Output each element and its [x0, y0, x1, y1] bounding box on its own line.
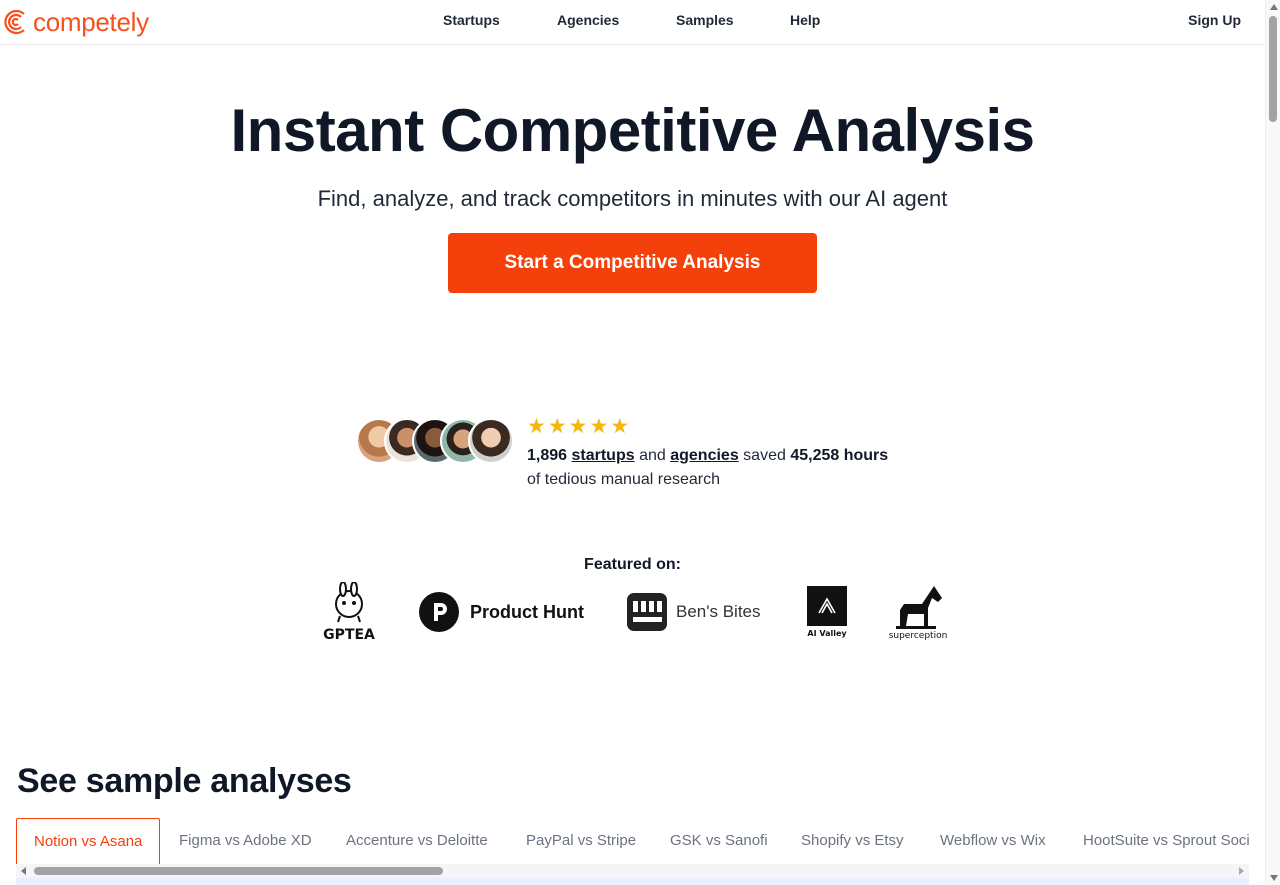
tab-accenture-vs-deloitte[interactable]: Accenture vs Deloitte	[346, 818, 488, 864]
user-count: 1,896	[527, 447, 568, 464]
star-icon: ★	[527, 415, 546, 438]
sample-tabs: Notion vs Asana Figma vs Adobe XD Accent…	[16, 818, 1249, 864]
ai-valley-icon: AI Valley	[807, 586, 847, 638]
nav-help[interactable]: Help	[790, 12, 820, 28]
horizontal-scrollbar-thumb[interactable]	[34, 867, 443, 875]
star-icon: ★	[610, 415, 630, 438]
sample-panel	[16, 878, 1249, 885]
superception-wordmark: superception	[889, 631, 948, 640]
bens-bites-icon	[627, 593, 667, 631]
agencies-link[interactable]: agencies	[670, 447, 738, 464]
product-hunt-wordmark: Product Hunt	[470, 601, 584, 622]
tab-webflow-vs-wix[interactable]: Webflow vs Wix	[940, 818, 1046, 864]
vertical-scrollbar[interactable]	[1265, 0, 1280, 885]
ai-valley-logo[interactable]: AI Valley	[807, 586, 847, 638]
social-proof-text: 1,896 startups and agencies saved 45,258…	[527, 444, 947, 492]
product-hunt-logo[interactable]: Product Hunt	[419, 592, 584, 632]
signup-link[interactable]: Sign Up	[1188, 12, 1241, 28]
samples-section-title: See sample analyses	[17, 762, 352, 800]
rating-stars: ★ ★ ★ ★ ★	[527, 416, 629, 438]
avatar	[468, 418, 514, 464]
scroll-down-arrow-icon[interactable]	[1270, 875, 1278, 881]
scroll-right-arrow-icon[interactable]	[1239, 867, 1244, 875]
gptea-mascot-icon: GPTEA	[323, 581, 375, 643]
nav-startups[interactable]: Startups	[443, 12, 500, 28]
gptea-wordmark: GPTEA	[323, 627, 375, 642]
tab-notion-vs-asana[interactable]: Notion vs Asana	[16, 818, 161, 864]
customer-avatars	[356, 418, 516, 464]
star-icon: ★	[547, 415, 567, 438]
tabs-horizontal-scrollbar[interactable]	[16, 864, 1249, 878]
saved-text: saved	[743, 447, 786, 464]
scroll-up-arrow-icon[interactable]	[1270, 4, 1278, 10]
main-nav: Startups Agencies Samples Help	[0, 0, 1265, 45]
nav-agencies[interactable]: Agencies	[557, 12, 619, 28]
featured-title: Featured on:	[584, 556, 681, 573]
gptea-logo[interactable]: GPTEA	[316, 581, 382, 643]
horse-icon: superception	[889, 586, 948, 641]
superception-logo[interactable]: superception	[886, 582, 950, 641]
star-icon: ★	[589, 415, 609, 438]
bens-bites-wordmark: Ben's Bites	[676, 602, 761, 621]
start-analysis-button[interactable]: Start a Competitive Analysis	[448, 233, 817, 293]
ai-valley-wordmark: AI Valley	[807, 629, 847, 638]
proof-line-2: of tedious manual research	[527, 471, 720, 488]
tab-hootsuite-vs-sprout-social[interactable]: HootSuite vs Sprout Social	[1083, 818, 1249, 864]
tab-gsk-vs-sanofi[interactable]: GSK vs Sanofi	[670, 818, 768, 864]
tab-shopify-vs-etsy[interactable]: Shopify vs Etsy	[801, 818, 904, 864]
tab-paypal-vs-stripe[interactable]: PayPal vs Stripe	[526, 818, 636, 864]
hero-subtitle: Find, analyze, and track competitors in …	[317, 186, 948, 211]
site-header: competely Startups Agencies Samples Help…	[0, 0, 1265, 45]
scroll-left-arrow-icon[interactable]	[21, 867, 26, 875]
nav-samples[interactable]: Samples	[676, 12, 734, 28]
star-icon: ★	[568, 415, 588, 438]
startups-link[interactable]: startups	[572, 447, 635, 464]
scrollbar-thumb[interactable]	[1269, 16, 1277, 122]
hours-saved: 45,258 hours	[790, 447, 889, 464]
and-text: and	[639, 447, 666, 464]
tab-figma-vs-adobe-xd[interactable]: Figma vs Adobe XD	[179, 818, 312, 864]
product-hunt-icon	[419, 592, 459, 632]
hero-title: Instant Competitive Analysis	[230, 97, 1035, 164]
bens-bites-logo[interactable]: Ben's Bites	[627, 592, 761, 632]
